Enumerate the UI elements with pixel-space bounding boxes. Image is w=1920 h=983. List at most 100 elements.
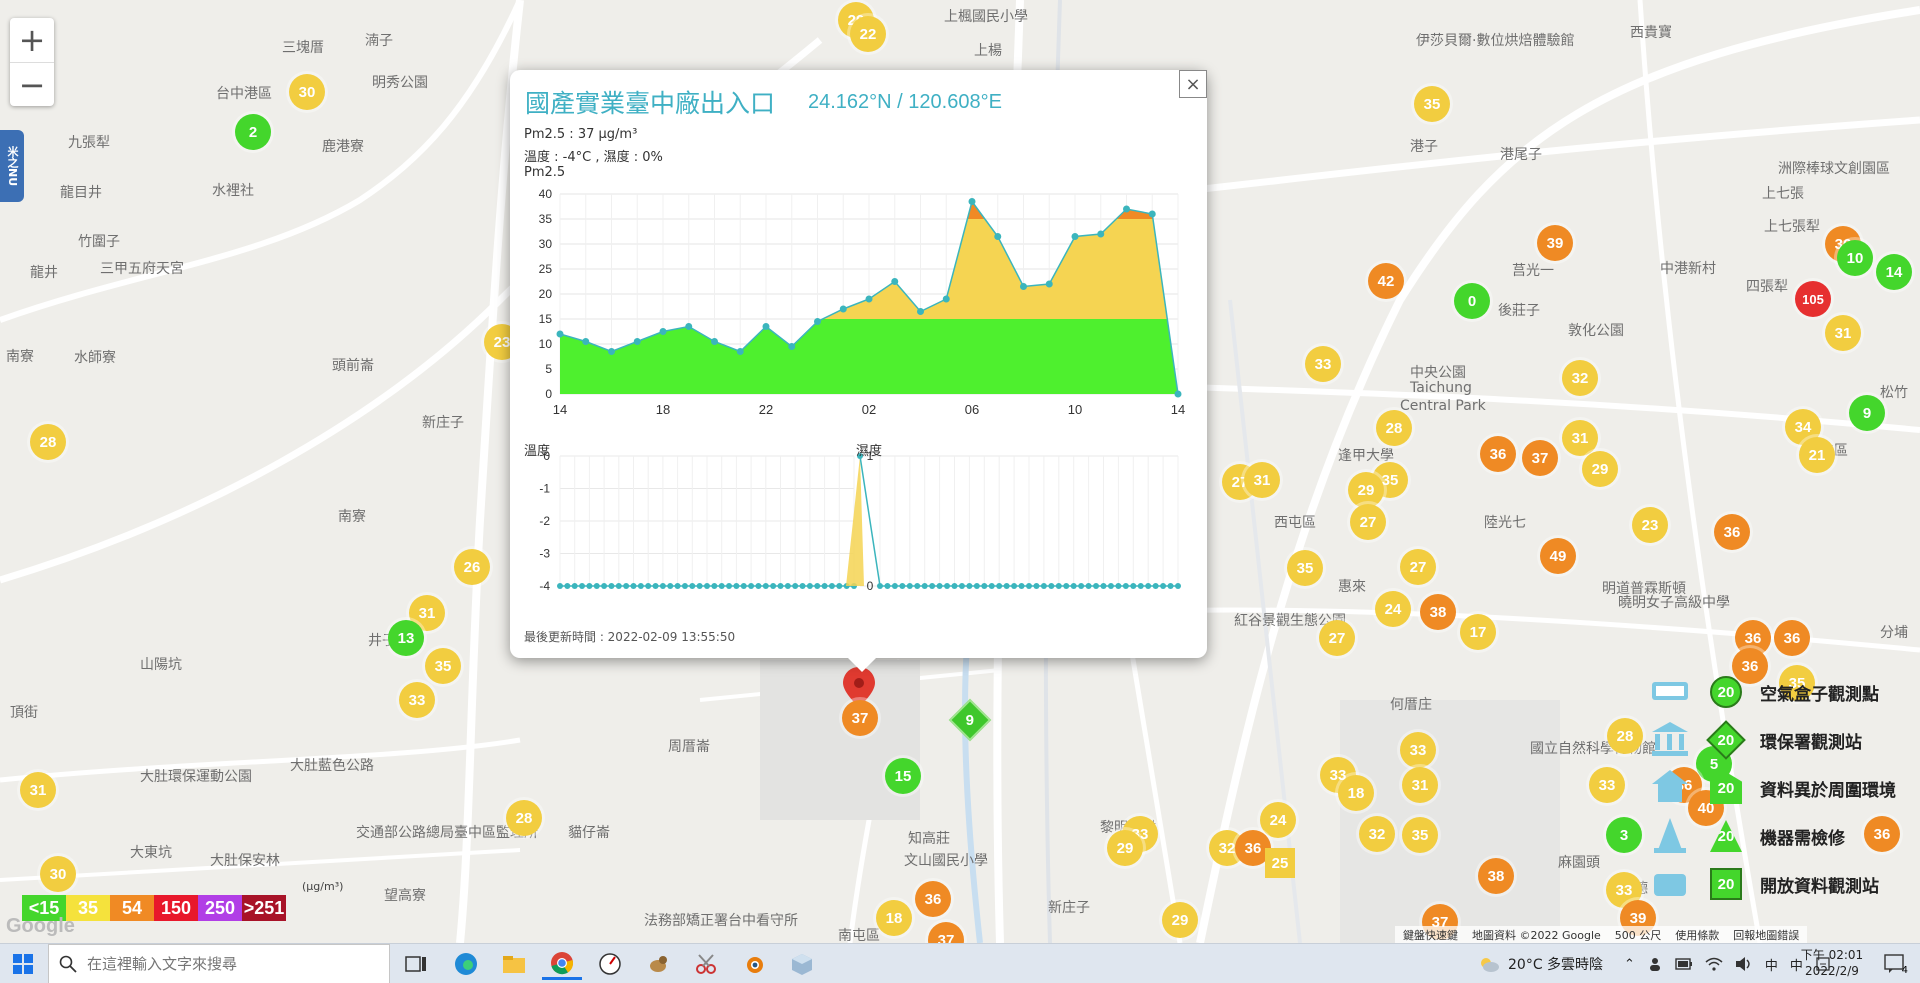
terms-link[interactable]: 使用條款 xyxy=(1675,927,1719,943)
taskbar-explorer[interactable] xyxy=(494,948,534,980)
humidity-point xyxy=(1175,583,1181,589)
airbox-marker[interactable]: 17 xyxy=(1460,614,1496,650)
taskbar-weather[interactable]: 20°C 多雲時陰 xyxy=(1478,944,1603,983)
airbox-marker[interactable]: 0 xyxy=(1454,283,1490,319)
airbox-marker[interactable]: 26 xyxy=(454,549,490,585)
humidity-point xyxy=(899,583,906,589)
taskbar-app-snip[interactable] xyxy=(686,948,726,980)
selected-sensor-marker[interactable]: 37 xyxy=(842,700,878,736)
map-canvas[interactable]: 三塊厝 湳子 明秀公園 台中港區 鹿港寮 九張犁 水裡社 龍目井 竹圍子 三甲五府天宮 龍井 南寮 水師… xyxy=(0,0,1920,943)
battery-icon[interactable] xyxy=(1675,957,1693,971)
airbox-marker[interactable]: 33 xyxy=(399,682,435,718)
airbox-marker[interactable]: 27 xyxy=(1350,504,1386,540)
report-error-link[interactable]: 回報地圖錯誤 xyxy=(1733,927,1799,943)
airbox-marker[interactable]: 14 xyxy=(1876,254,1912,290)
airbox-marker[interactable]: 38 xyxy=(1478,858,1514,894)
airbox-marker[interactable]: 33 xyxy=(1400,732,1436,768)
airbox-marker[interactable]: 9 xyxy=(1849,395,1885,431)
airbox-marker[interactable]: 36 xyxy=(1774,620,1810,656)
airbox-marker[interactable]: 31 xyxy=(1562,420,1598,456)
airbox-marker[interactable]: 28 xyxy=(1607,718,1643,754)
airbox-marker[interactable]: 29 xyxy=(1348,472,1384,508)
airbox-marker[interactable]: 18 xyxy=(876,900,912,936)
airbox-marker[interactable]: 32 xyxy=(1359,816,1395,852)
y-tick-label: 0 xyxy=(867,579,874,593)
airbox-marker[interactable]: 35 xyxy=(1414,86,1450,122)
airbox-marker[interactable]: 27 xyxy=(1319,620,1355,656)
open-data-marker[interactable]: 25 xyxy=(1265,848,1295,878)
airbox-marker[interactable]: 36 xyxy=(1714,514,1750,550)
airbox-marker[interactable]: 22 xyxy=(850,16,886,52)
airbox-marker[interactable]: 37 xyxy=(1522,440,1558,476)
airbox-marker[interactable]: 27 xyxy=(1400,549,1436,585)
airbox-marker[interactable]: 39 xyxy=(1537,225,1573,261)
airbox-marker[interactable]: 21 xyxy=(1799,437,1835,473)
airbox-marker[interactable]: 31 xyxy=(1825,315,1861,351)
task-view-button[interactable] xyxy=(396,948,436,980)
side-panel-tab[interactable]: 米之NU xyxy=(0,130,24,202)
taskbar-app-cube[interactable] xyxy=(782,948,822,980)
airbox-marker[interactable]: 32 xyxy=(1562,360,1598,396)
people-icon[interactable] xyxy=(1647,956,1663,972)
start-button[interactable] xyxy=(0,944,46,983)
notification-center-button[interactable]: 4 xyxy=(1880,950,1910,978)
temp-point xyxy=(711,583,718,589)
popup-close-button[interactable]: × xyxy=(1179,70,1207,98)
airbox-marker[interactable]: 10 xyxy=(1837,240,1873,276)
zoom-in-button[interactable]: + xyxy=(10,18,54,62)
search-input[interactable] xyxy=(87,955,367,973)
taskbar-clock[interactable]: 下午 02:01 2022/2/9 xyxy=(1790,947,1874,979)
airbox-marker[interactable]: 35 xyxy=(425,648,461,684)
airbox-marker[interactable]: 30 xyxy=(289,74,325,110)
airbox-marker[interactable]: 23 xyxy=(1632,507,1668,543)
airbox-marker[interactable]: 31 xyxy=(1402,767,1438,803)
x-tick-label: 06 xyxy=(965,402,979,417)
airbox-marker[interactable]: 36 xyxy=(915,881,951,917)
airbox-marker[interactable]: 18 xyxy=(1338,775,1374,811)
map-scale[interactable]: 500 公尺 xyxy=(1615,927,1662,943)
airbox-marker[interactable]: 29 xyxy=(1582,451,1618,487)
zoom-out-button[interactable]: − xyxy=(10,62,54,106)
airbox-marker[interactable]: 30 xyxy=(40,856,76,892)
airbox-marker[interactable]: 33 xyxy=(1589,767,1625,803)
wifi-icon[interactable] xyxy=(1705,956,1723,972)
chevron-up-icon[interactable]: ⌃ xyxy=(1624,957,1635,972)
airbox-marker[interactable]: 35 xyxy=(1287,550,1323,586)
airbox-marker[interactable]: 31 xyxy=(20,772,56,808)
taskbar-app-blender[interactable] xyxy=(734,948,774,980)
data-point xyxy=(685,323,693,330)
airbox-marker[interactable]: 35 xyxy=(1402,817,1438,853)
ime-indicator[interactable]: 中 xyxy=(1765,955,1778,974)
airbox-marker[interactable]: 105 xyxy=(1795,281,1831,317)
keyboard-shortcuts-link[interactable]: 鍵盤快速鍵 xyxy=(1403,927,1458,943)
airbox-marker[interactable]: 36 xyxy=(1480,436,1516,472)
airbox-marker[interactable]: 49 xyxy=(1540,538,1576,574)
place-label: 上七張犁 xyxy=(1764,219,1820,235)
airbox-marker[interactable]: 33 xyxy=(1305,346,1341,382)
data-point xyxy=(582,338,590,345)
airbox-marker[interactable]: 3 xyxy=(1606,817,1642,853)
taskbar-app-compass[interactable] xyxy=(590,948,630,980)
airbox-marker[interactable]: 38 xyxy=(1420,594,1456,630)
airbox-marker[interactable]: 28 xyxy=(30,424,66,460)
airbox-marker[interactable]: 2 xyxy=(235,114,271,150)
volume-icon[interactable] xyxy=(1735,956,1753,972)
airbox-marker[interactable]: 29 xyxy=(1162,902,1198,938)
place-label: 竹圍子 xyxy=(78,234,120,250)
airbox-marker[interactable]: 29 xyxy=(1107,830,1143,866)
airbox-marker[interactable]: 31 xyxy=(1244,462,1280,498)
place-label: 松竹 xyxy=(1880,385,1908,401)
airbox-marker[interactable]: 15 xyxy=(885,758,921,794)
temp-point xyxy=(586,583,593,589)
airbox-marker[interactable]: 13 xyxy=(388,620,424,656)
taskbar-search[interactable] xyxy=(48,944,390,983)
airbox-marker[interactable]: 28 xyxy=(1376,410,1412,446)
taskbar-edge[interactable] xyxy=(446,948,486,980)
y-tick-label: -1 xyxy=(539,482,550,496)
taskbar-app-bird[interactable] xyxy=(638,948,678,980)
airbox-marker[interactable]: 24 xyxy=(1260,802,1296,838)
taskbar-chrome[interactable] xyxy=(542,948,582,980)
airbox-marker[interactable]: 28 xyxy=(506,800,542,836)
airbox-marker[interactable]: 24 xyxy=(1375,591,1411,627)
airbox-marker[interactable]: 42 xyxy=(1368,263,1404,299)
